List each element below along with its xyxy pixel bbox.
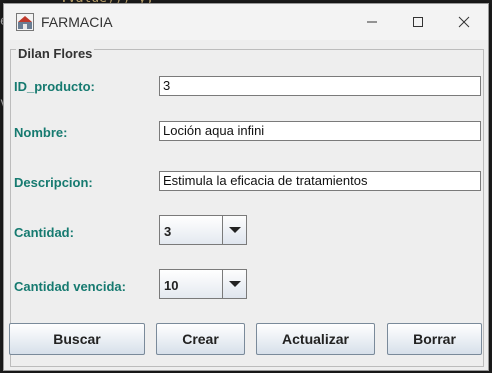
chevron-down-icon xyxy=(228,227,241,233)
cantidad-vencida-select[interactable]: 10 xyxy=(159,269,247,299)
actualizar-button[interactable]: Actualizar xyxy=(256,323,375,355)
buscar-button[interactable]: Buscar xyxy=(9,323,145,355)
crear-button[interactable]: Crear xyxy=(156,323,245,355)
id-producto-label: ID_producto: xyxy=(14,79,95,94)
cantidad-selected-value: 3 xyxy=(164,224,172,239)
close-icon xyxy=(458,16,470,28)
minimize-icon xyxy=(367,21,377,23)
panel-title: Dilan Flores xyxy=(16,46,95,61)
chevron-down-icon xyxy=(228,281,241,287)
id-producto-field[interactable]: 3 xyxy=(159,76,481,96)
window-title: FARMACIA xyxy=(41,14,113,30)
cantidad-vencida-dropdown-button[interactable] xyxy=(222,270,246,298)
cantidad-dropdown-button[interactable] xyxy=(222,216,246,244)
title-bar[interactable]: FARMACIA xyxy=(4,4,488,40)
descripcion-field[interactable]: Estimula la eficacia de tratamientos xyxy=(159,171,481,191)
java-app-icon xyxy=(16,13,34,31)
cantidad-vencida-label: Cantidad vencida: xyxy=(14,279,126,294)
cantidad-label: Cantidad: xyxy=(14,225,74,240)
close-button[interactable] xyxy=(441,4,487,40)
farmacia-window: FARMACIA Dilan Flores ID_producto: 3 Nom… xyxy=(3,3,489,371)
nombre-label: Nombre: xyxy=(14,125,68,140)
borrar-button[interactable]: Borrar xyxy=(387,323,482,355)
form-panel xyxy=(10,49,484,367)
cantidad-select[interactable]: 3 xyxy=(159,215,247,245)
cantidad-vencida-selected-value: 10 xyxy=(164,278,179,293)
minimize-button[interactable] xyxy=(349,4,395,40)
nombre-field[interactable]: Loción aqua infini xyxy=(159,121,481,141)
descripcion-label: Descripcion: xyxy=(14,175,93,190)
maximize-button[interactable] xyxy=(395,4,441,40)
maximize-icon xyxy=(413,17,423,27)
